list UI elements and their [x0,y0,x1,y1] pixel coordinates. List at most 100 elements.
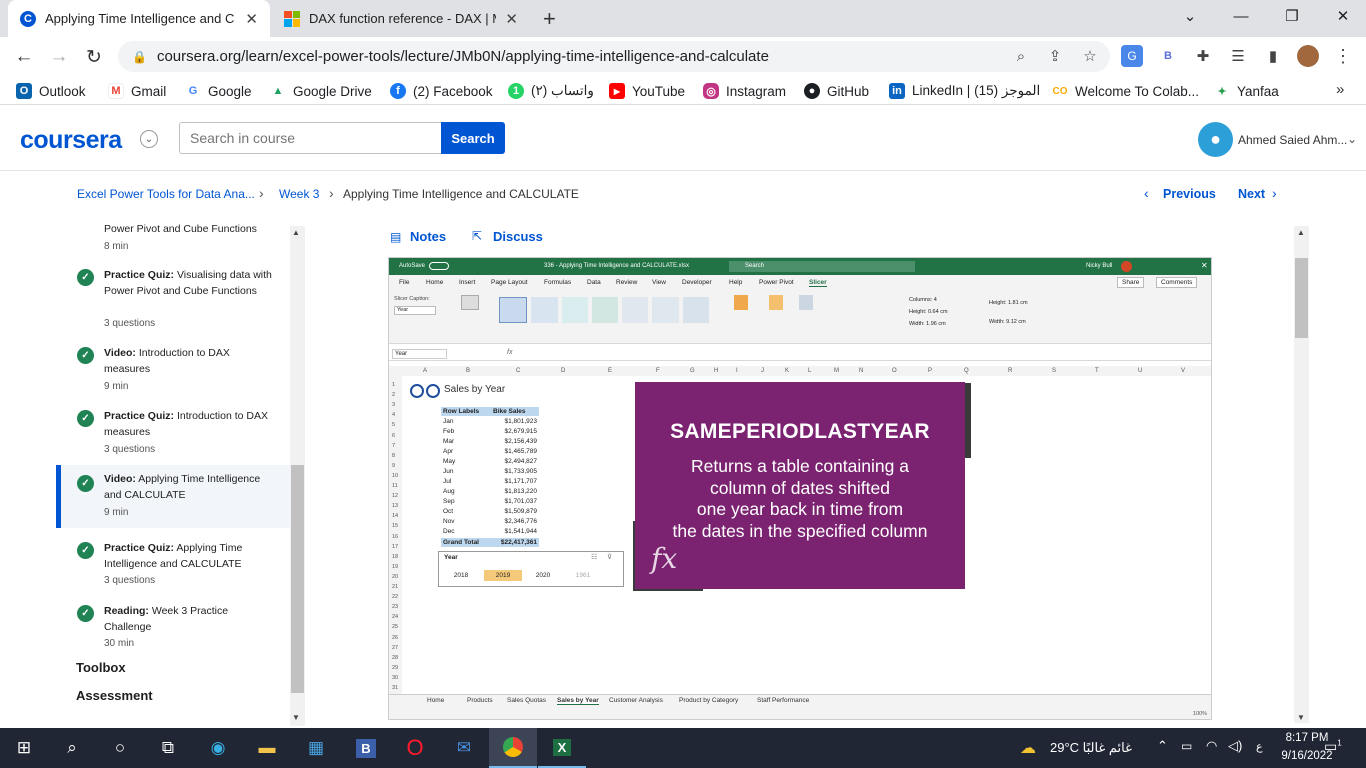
slicer-item-2019[interactable]: 2019 [484,570,522,581]
sidebar-item-reading[interactable]: ✓ Reading: Week 3 Practice Challenge 30 … [56,597,290,653]
more-bookmarks-icon[interactable]: » [1336,81,1344,98]
previous-chevron-icon[interactable]: ‹ [1144,185,1149,201]
scroll-up-icon[interactable]: ▲ [1297,228,1305,237]
back-icon[interactable]: ← [11,44,37,70]
chevron-down-icon[interactable]: ⌄ [140,130,158,148]
edge-icon[interactable]: ◉ [194,728,242,768]
column-header[interactable]: O [892,368,897,374]
excel-menu-data[interactable]: Data [587,279,601,286]
app-b-icon[interactable]: B [342,728,390,768]
row-header[interactable]: 20 [392,574,398,580]
column-header[interactable]: V [1181,368,1185,374]
bookmark-github[interactable]: ● GitHub [804,80,869,102]
selection-pane-icon[interactable] [799,295,813,310]
close-tab-icon[interactable]: ✕ [505,10,518,28]
weather-text[interactable]: 29°C غائم غالبًا [1050,740,1132,756]
bring-forward-icon[interactable] [734,295,748,310]
sidebar-scrollbar-thumb[interactable] [291,465,304,693]
row-header[interactable]: 1 [392,382,395,388]
row-header[interactable]: 3 [392,402,395,408]
slicer-item-2018[interactable]: 2018 [443,570,479,581]
discuss-link[interactable]: Discuss [493,229,543,244]
column-header[interactable]: P [928,368,932,374]
row-header[interactable]: 11 [392,483,398,489]
tab-search-icon[interactable]: ⌄ [1167,0,1213,32]
notifications-icon[interactable]: ▭1 [1324,738,1342,755]
excel-name-box[interactable]: Year [392,349,447,359]
sidebar-section-toolbox[interactable]: Toolbox [76,660,126,675]
column-header[interactable]: R [1008,368,1012,374]
row-header[interactable]: 31 [392,685,398,691]
previous-button[interactable]: Previous [1163,187,1216,201]
sheet-tab[interactable]: Staff Performance [757,697,809,704]
media-queue-icon[interactable]: ☰ [1227,45,1249,67]
row-header[interactable]: 14 [392,513,398,519]
browser-tab-active[interactable]: C Applying Time Intelligence and C ✕ [8,0,270,37]
browser-tab[interactable]: DAX function reference - DAX | M ✕ [272,0,530,37]
sidebar-item-quiz[interactable]: ✓ Practice Quiz: Introduction to DAX mea… [56,403,290,459]
row-header[interactable]: 25 [392,624,398,630]
search-input[interactable] [179,122,441,154]
notes-icon[interactable]: ▤ [390,230,401,244]
excel-search-box[interactable]: Search [729,261,915,272]
sheet-tab[interactable]: Home [427,697,444,704]
excel-menu-developer[interactable]: Developer [682,279,712,286]
store-icon[interactable]: ▦ [292,728,340,768]
weather-icon[interactable]: ☁ [1020,738,1036,758]
column-header[interactable]: F [656,368,660,374]
sheet-tab[interactable]: Products [467,697,493,704]
excel-menu-power-pivot[interactable]: Power Pivot [759,279,794,286]
multi-select-icon[interactable]: ☷ [591,553,597,561]
file-explorer-icon[interactable]: ▬ [243,728,291,768]
task-view-icon[interactable]: ⧉ [144,728,192,768]
page-scrollbar-thumb[interactable] [1295,258,1308,338]
column-header[interactable]: B [466,368,470,374]
row-header[interactable]: 17 [392,544,398,550]
sheet-tab[interactable]: Sales Quotas [507,697,546,704]
sidebar-item-quiz[interactable]: ✓ Practice Quiz: Applying Time Intellige… [56,534,290,590]
external-link-icon[interactable]: ⇱ [472,229,482,243]
sheet-tab[interactable]: Customer Analysis [609,697,663,704]
row-header[interactable]: 7 [392,443,395,449]
column-header[interactable]: Q [964,368,969,374]
sidebar-section-assessment[interactable]: Assessment [76,688,153,703]
chrome-icon[interactable] [489,728,537,768]
excel-menu-formulas[interactable]: Formulas [544,279,571,286]
close-window-icon[interactable]: ✕ [1320,0,1366,32]
volume-icon[interactable]: ◁) [1228,738,1242,754]
excel-menu-help[interactable]: Help [729,279,742,286]
column-header[interactable]: J [761,368,764,374]
row-header[interactable]: 26 [392,635,398,641]
side-panel-icon[interactable]: ▮ [1262,45,1284,67]
slicer-item-1961[interactable]: 1961 [565,570,601,581]
row-header[interactable]: 24 [392,614,398,620]
bookmark-google[interactable]: G Google [185,80,252,102]
new-tab-icon[interactable]: + [543,6,556,32]
user-avatar-icon[interactable]: ● [1198,122,1233,157]
restore-icon[interactable]: ❐ [1269,0,1315,32]
sheet-tab[interactable]: Product by Category [679,697,738,704]
column-header[interactable]: M [834,368,839,374]
row-header[interactable]: 28 [392,655,398,661]
column-header[interactable]: C [516,368,520,374]
bookmark-google-drive[interactable]: ▲ Google Drive [270,80,372,102]
extension-b-icon[interactable]: B [1157,45,1179,67]
excel-menu-page-layout[interactable]: Page Layout [491,279,528,286]
bookmark-facebook[interactable]: f (2) Facebook [390,80,493,102]
row-header[interactable]: 8 [392,453,395,459]
row-header[interactable]: 6 [392,433,395,439]
profile-avatar-icon[interactable] [1297,45,1319,67]
row-header[interactable]: 22 [392,594,398,600]
mail-icon[interactable]: ✉ [440,728,488,768]
excel-comments-button[interactable]: Comments [1156,277,1198,288]
bookmark-colab[interactable]: CO Welcome To Colab... [1052,80,1199,102]
excel-share-button[interactable]: Share [1117,277,1145,288]
column-header[interactable]: T [1095,368,1099,374]
row-header[interactable]: 16 [392,534,398,540]
opera-icon[interactable]: O [391,728,439,768]
user-name[interactable]: Ahmed Saied Ahm... [1238,133,1347,147]
column-header[interactable]: K [785,368,789,374]
windows-start-icon[interactable]: ⊞ [0,728,48,768]
forward-icon[interactable]: → [46,44,72,70]
extensions-puzzle-icon[interactable]: ✚ [1192,45,1214,67]
